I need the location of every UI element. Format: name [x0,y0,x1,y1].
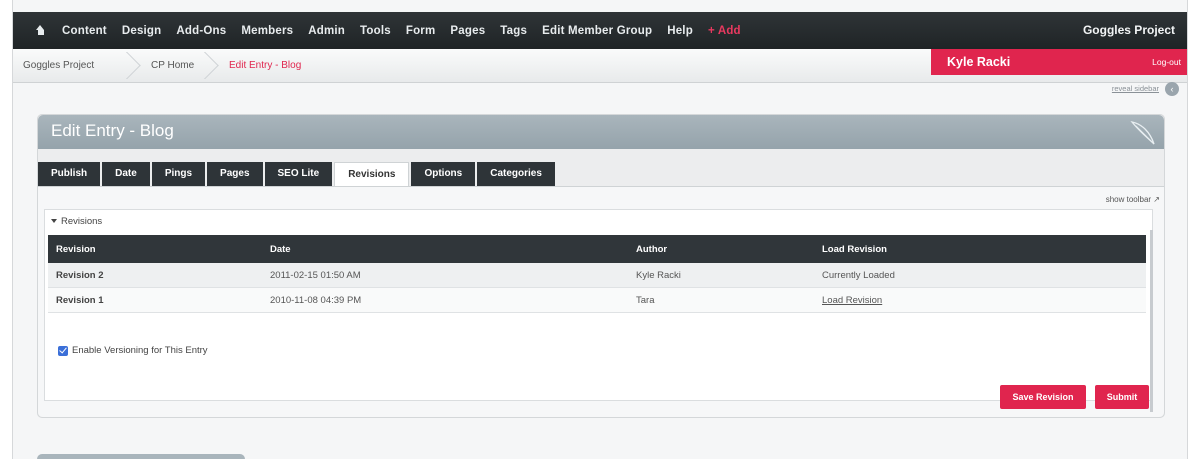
author-cell: Kyle Racki [628,263,814,288]
revisions-table: Revision Date Author Load Revision Revis… [48,235,1146,313]
table-header-row: Revision Date Author Load Revision [48,235,1146,263]
nav-members[interactable]: Members [241,25,293,37]
revision-cell: Revision 2 [48,263,262,288]
versioning-option[interactable]: Enable Versioning for This Entry [58,345,208,356]
breadcrumb-current: Edit Entry - Blog [229,60,302,71]
nav-admin[interactable]: Admin [308,25,345,37]
breadcrumb-separator [203,52,225,79]
nav-tools[interactable]: Tools [360,25,391,37]
user-box: Kyle Racki Log-out [931,49,1187,75]
table-row: Revision 1 2010-11-08 04:39 PM Tara Load… [48,287,1146,313]
cp-frame: Content Design Add-Ons Members Admin Too… [12,0,1188,459]
date-cell: 2010-11-08 04:39 PM [262,287,628,313]
breadcrumb-cp-home[interactable]: CP Home [151,49,194,82]
column-header-load-revision: Load Revision [814,235,1146,263]
save-revision-button[interactable]: Save Revision [1000,385,1086,409]
reveal-sidebar-link[interactable]: reveal sidebar [1112,84,1159,93]
top-navigation: Content Design Add-Ons Members Admin Too… [13,12,1187,49]
nav-items: Content Design Add-Ons Members Admin Too… [13,12,756,49]
nav-form[interactable]: Form [406,25,436,37]
breadcrumb-site[interactable]: Goggles Project [23,49,94,82]
tab-seo-lite[interactable]: SEO Lite [264,162,333,186]
site-name-link[interactable]: Goggles Project [1083,12,1175,49]
panel-header: Edit Entry - Blog [38,115,1164,149]
column-header-author: Author [628,235,814,263]
date-cell: 2011-02-15 01:50 AM [262,263,628,288]
table-row: Revision 2 2011-02-15 01:50 AM Kyle Rack… [48,263,1146,288]
tab-categories[interactable]: Categories [477,162,555,186]
show-toolbar-link[interactable]: show toolbar ↗ [1106,195,1160,204]
load-status-cell: Currently Loaded [814,263,1146,288]
tab-publish[interactable]: Publish [38,162,101,186]
nav-pages[interactable]: Pages [450,25,485,37]
page-title: Edit Entry - Blog [51,121,174,140]
revisions-section: Revisions Revision Date Author Load Revi… [44,209,1153,412]
entry-tabs: Publish Date Pings Pages SEO Lite Revisi… [38,162,557,187]
author-cell: Tara [628,287,814,313]
load-revision-link[interactable]: Load Revision [822,295,882,306]
triangle-down-icon [51,219,57,224]
nav-edit-member-group[interactable]: Edit Member Group [542,25,652,37]
show-toolbar-label: show toolbar [1105,195,1152,204]
nav-help[interactable]: Help [667,25,693,37]
revision-cell: Revision 1 [48,287,262,313]
quill-icon [1130,121,1155,145]
home-icon[interactable] [35,25,46,36]
revisions-section-label: Revisions [61,216,103,227]
column-header-date: Date [262,235,628,263]
column-header-revision: Revision [48,235,262,263]
tab-pings[interactable]: Pings [151,162,206,186]
logout-link[interactable]: Log-out [1152,49,1181,75]
user-name[interactable]: Kyle Racki [947,49,1010,75]
next-panel-header [37,454,245,459]
nav-add-button[interactable]: + Add [708,25,741,37]
scrollbar[interactable] [1150,230,1153,412]
nav-content[interactable]: Content [62,25,107,37]
edit-entry-panel: Edit Entry - Blog Publish Date Pings Pag… [37,114,1165,418]
tab-options[interactable]: Options [411,162,476,186]
revisions-toggle[interactable]: Revisions [51,216,102,227]
nav-tags[interactable]: Tags [500,25,527,37]
tab-content: show toolbar ↗ Revisions Revision Date A… [38,187,1164,417]
breadcrumb-separator [125,52,147,79]
arrow-left-icon[interactable]: ‹ [1165,82,1179,96]
tab-pages[interactable]: Pages [207,162,263,186]
load-revision-cell: Load Revision [814,287,1146,313]
nav-add-ons[interactable]: Add-Ons [176,25,226,37]
tab-date[interactable]: Date [102,162,150,186]
versioning-label: Enable Versioning for This Entry [72,345,208,356]
nav-design[interactable]: Design [122,25,162,37]
versioning-checkbox[interactable] [58,345,68,356]
submit-button[interactable]: Submit [1095,385,1149,409]
expand-icon: ↗ [1153,195,1160,204]
tab-revisions[interactable]: Revisions [334,162,410,187]
